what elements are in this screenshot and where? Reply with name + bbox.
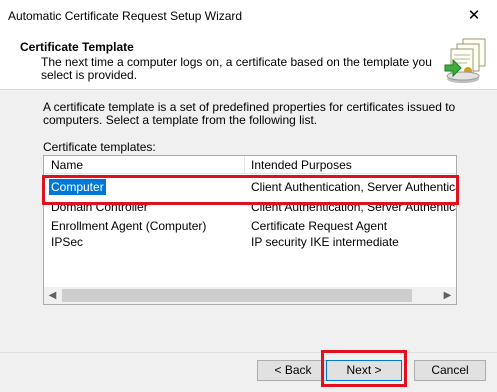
intro-text: A certificate template is a set of prede… [43, 100, 456, 127]
row-purposes: Certificate Request Agent [251, 219, 388, 233]
page-subtitle: The next time a computer logs on, a cert… [41, 55, 432, 82]
row-purposes: IP security IKE intermediate [251, 235, 399, 249]
templates-label: Certificate templates: [43, 140, 156, 154]
close-button[interactable]: ✕ [451, 0, 497, 31]
cancel-button[interactable]: Cancel [414, 360, 486, 381]
window-title: Automatic Certificate Request Setup Wiza… [8, 9, 243, 23]
list-row-enrollment-agent[interactable]: Enrollment Agent (Computer) Certificate … [44, 218, 456, 234]
wizard-header: Certificate Template The next time a com… [0, 31, 497, 90]
certificate-install-icon [444, 38, 486, 83]
column-header-name[interactable]: Name [51, 158, 83, 172]
horizontal-scrollbar[interactable]: ◀ ▶ [44, 287, 456, 304]
row-name: IPSec [51, 235, 84, 249]
list-header: Name Intended Purposes [44, 156, 456, 174]
next-highlight-annotation [321, 350, 407, 387]
list-row-ipsec[interactable]: IPSec IP security IKE intermediate [44, 234, 456, 250]
row-name: Enrollment Agent (Computer) [51, 219, 207, 233]
scrollbar-thumb[interactable] [62, 289, 412, 302]
scroll-right-icon[interactable]: ▶ [439, 287, 456, 304]
column-divider[interactable] [244, 156, 245, 173]
footer-divider [0, 352, 497, 353]
title-bar: Automatic Certificate Request Setup Wiza… [0, 0, 497, 31]
row-highlight-annotation [42, 175, 459, 205]
page-title: Certificate Template [20, 40, 134, 54]
scroll-left-icon[interactable]: ◀ [44, 287, 61, 304]
back-button[interactable]: < Back [257, 360, 329, 381]
column-header-purposes[interactable]: Intended Purposes [251, 158, 352, 172]
